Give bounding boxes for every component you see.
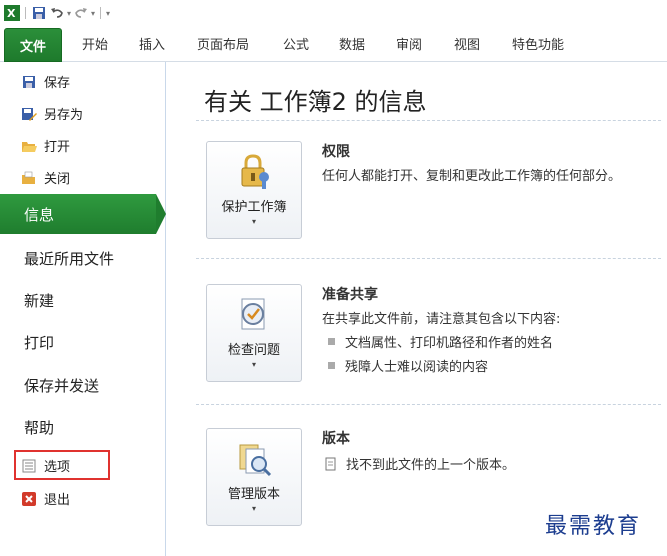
redo-icon[interactable] bbox=[73, 5, 89, 21]
quick-access-toolbar: X ▾ ▾ ▾ bbox=[0, 0, 667, 26]
toolbar-separator bbox=[100, 7, 102, 19]
save-icon[interactable] bbox=[31, 5, 47, 21]
divider bbox=[196, 258, 661, 259]
sidebar-item-help[interactable]: 帮助 bbox=[24, 417, 54, 438]
undo-dropdown-icon[interactable]: ▾ bbox=[67, 9, 71, 18]
sidebar-item-label: 关闭 bbox=[44, 172, 71, 187]
sidebar-item-label: 打开 bbox=[44, 140, 71, 155]
check-issues-button[interactable]: 检查问题 ▾ bbox=[206, 284, 302, 382]
tab-data[interactable]: 数据 bbox=[339, 34, 365, 53]
inspect-document-icon bbox=[241, 298, 265, 330]
button-label: 检查问题 bbox=[227, 343, 280, 358]
prepare-heading: 准备共享 bbox=[322, 287, 378, 303]
versions-heading: 版本 bbox=[322, 431, 350, 447]
selection-arrow bbox=[156, 194, 166, 234]
open-folder-icon bbox=[20, 138, 38, 154]
sidebar-item-info[interactable]: 信息 bbox=[0, 194, 156, 234]
exit-icon bbox=[20, 491, 38, 507]
manage-versions-button[interactable]: 管理版本 ▾ bbox=[206, 428, 302, 526]
info-panel: 有关 工作簿2 的信息 保护工作簿 ▾ 权限 任何人都能打开、复制和更改此工作簿… bbox=[166, 62, 667, 556]
sidebar-item-exit[interactable]: 退出 bbox=[20, 489, 70, 508]
list-item: 残障人士难以阅读的内容 bbox=[328, 356, 488, 375]
bullet-icon bbox=[328, 362, 335, 369]
document-icon bbox=[325, 457, 336, 470]
versions-status: 找不到此文件的上一个版本。 bbox=[324, 454, 515, 473]
sidebar-item-label: 选项 bbox=[44, 460, 71, 475]
protect-workbook-button[interactable]: 保护工作簿 ▾ bbox=[206, 141, 302, 239]
close-folder-icon bbox=[20, 170, 38, 186]
sidebar-item-options[interactable]: 选项 bbox=[20, 456, 70, 475]
customize-icon[interactable]: ▾ bbox=[106, 9, 110, 18]
undo-icon[interactable] bbox=[49, 5, 65, 21]
page-title: 有关 工作簿2 的信息 bbox=[204, 88, 427, 116]
sidebar-item-new[interactable]: 新建 bbox=[24, 290, 54, 311]
sidebar-item-save[interactable]: 保存 bbox=[20, 72, 70, 91]
tab-page-layout[interactable]: 页面布局 bbox=[197, 34, 249, 53]
divider bbox=[196, 404, 661, 405]
sidebar-item-label: 保存 bbox=[44, 76, 71, 91]
sidebar-item-save-send[interactable]: 保存并发送 bbox=[24, 375, 99, 396]
button-label: 管理版本 bbox=[227, 487, 280, 502]
permissions-description: 任何人都能打开、复制和更改此工作簿的任何部分。 bbox=[322, 169, 622, 184]
redo-dropdown-icon[interactable]: ▾ bbox=[91, 9, 95, 18]
sidebar-item-save-as[interactable]: 另存为 bbox=[20, 104, 83, 123]
versions-description: 找不到此文件的上一个版本。 bbox=[346, 458, 516, 473]
tab-formulas[interactable]: 公式 bbox=[283, 34, 309, 53]
toolbar-separator bbox=[25, 7, 26, 19]
options-icon bbox=[20, 458, 38, 474]
tab-view[interactable]: 视图 bbox=[454, 34, 480, 53]
sidebar-item-print[interactable]: 打印 bbox=[24, 332, 54, 353]
tab-home[interactable]: 开始 bbox=[82, 34, 108, 53]
versions-icon bbox=[239, 444, 272, 477]
list-item: 文档属性、打印机路径和作者的姓名 bbox=[328, 332, 553, 351]
sidebar-item-open[interactable]: 打开 bbox=[20, 136, 70, 155]
tab-special[interactable]: 特色功能 bbox=[512, 34, 564, 53]
save-icon bbox=[20, 74, 38, 90]
button-label: 保护工作簿 bbox=[221, 200, 287, 215]
chevron-down-icon: ▾ bbox=[251, 360, 256, 369]
tab-review[interactable]: 审阅 bbox=[396, 34, 422, 53]
tab-insert[interactable]: 插入 bbox=[139, 34, 165, 53]
chevron-down-icon: ▾ bbox=[251, 217, 256, 226]
prepare-description: 在共享此文件前，请注意其包含以下内容: bbox=[322, 312, 561, 327]
ribbon-tabs: 文件 开始 插入 页面布局 公式 数据 审阅 视图 特色功能 bbox=[0, 26, 667, 62]
excel-icon[interactable]: X bbox=[4, 5, 20, 21]
divider bbox=[196, 120, 661, 121]
svg-text:X: X bbox=[7, 7, 16, 20]
bullet-icon bbox=[328, 338, 335, 345]
watermark-logo: 最需教育 bbox=[545, 514, 642, 539]
save-as-icon bbox=[20, 106, 38, 122]
tab-file[interactable]: 文件 bbox=[4, 28, 62, 62]
permissions-heading: 权限 bbox=[322, 144, 350, 160]
lock-icon bbox=[241, 154, 269, 189]
sidebar-item-recent[interactable]: 最近所用文件 bbox=[24, 248, 114, 269]
sidebar-item-label: 退出 bbox=[44, 493, 71, 508]
sidebar-item-close[interactable]: 关闭 bbox=[20, 168, 70, 187]
chevron-down-icon: ▾ bbox=[251, 504, 256, 513]
sidebar-item-label: 另存为 bbox=[44, 108, 84, 123]
backstage-sidebar: 保存 另存为 打开 关闭 信息 最近所用文件 新建 打印 保存并发送 帮助 选项… bbox=[0, 62, 166, 556]
